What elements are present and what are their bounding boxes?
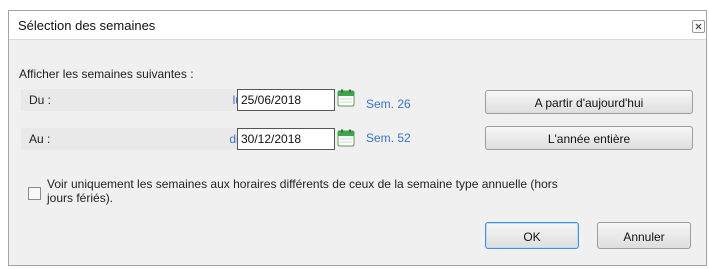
cancel-button[interactable]: Annuler xyxy=(597,222,691,249)
calendar-icon[interactable] xyxy=(337,129,355,147)
different-hours-checkbox-label: Voir uniquement les semaines aux horaire… xyxy=(47,177,558,205)
to-row: Au : dim. xyxy=(21,128,254,150)
whole-year-button-label: L'année entière xyxy=(547,132,631,146)
from-row: Du : lun. xyxy=(21,89,254,111)
to-label: Au : xyxy=(29,132,51,146)
from-week-label: Sem. 26 xyxy=(366,97,411,111)
calendar-icon[interactable] xyxy=(337,89,355,107)
week-selection-dialog: Sélection des semaines Afficher les sema… xyxy=(8,10,707,266)
from-label: Du : xyxy=(29,93,52,107)
section-label: Afficher les semaines suivantes : xyxy=(19,67,194,81)
different-hours-checkbox[interactable] xyxy=(28,187,41,200)
ok-button-label: OK xyxy=(523,230,541,244)
cancel-button-label: Annuler xyxy=(623,230,665,244)
to-date-input[interactable]: 30/12/2018 xyxy=(237,128,335,150)
from-date-input[interactable]: 25/06/2018 xyxy=(237,89,335,111)
title-bar: Sélection des semaines xyxy=(9,11,706,40)
from-today-button-label: A partir d'aujourd'hui xyxy=(534,96,644,110)
close-button[interactable] xyxy=(692,20,705,33)
close-icon xyxy=(695,23,702,30)
from-today-button[interactable]: A partir d'aujourd'hui xyxy=(485,90,693,114)
whole-year-button[interactable]: L'année entière xyxy=(485,126,693,150)
dialog-title: Sélection des semaines xyxy=(18,18,156,33)
ok-button[interactable]: OK xyxy=(485,222,579,249)
to-week-label: Sem. 52 xyxy=(366,131,411,145)
